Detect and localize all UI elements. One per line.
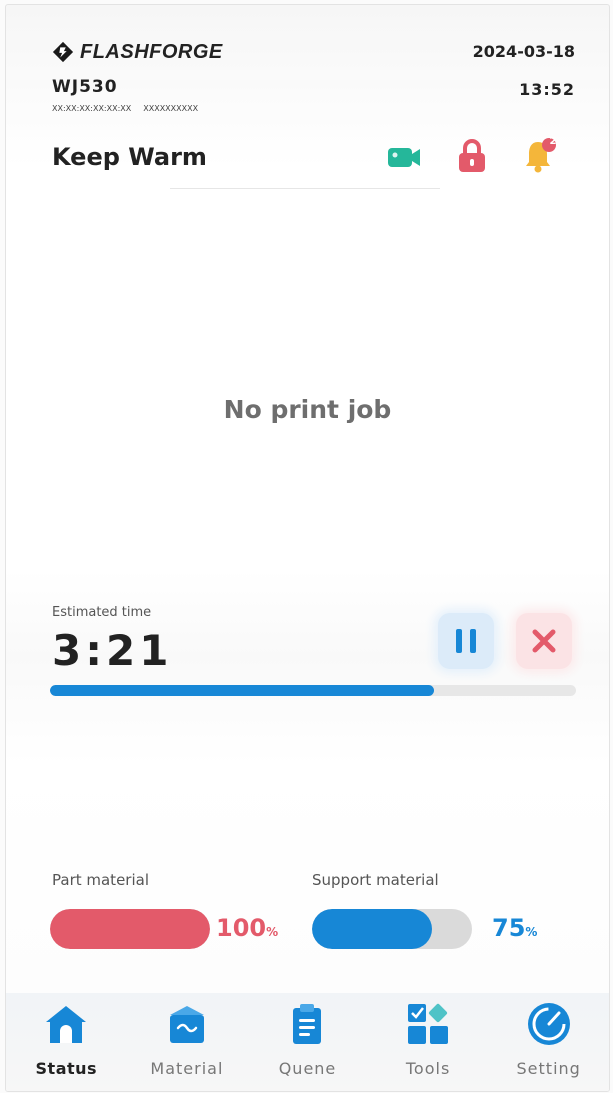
pause-icon [456,629,476,653]
bottom-nav: Status Material Quene Tools Setting [6,993,609,1091]
support-material-gauge [312,909,472,949]
brand-name: FLASHFORGE [80,40,223,63]
part-material-fill [50,909,210,949]
header-divider [170,188,440,189]
current-time: 13:52 [519,80,575,99]
empty-state-message: No print job [223,395,392,424]
support-material-label: Support material [312,871,439,889]
nav-item-tools[interactable]: Tools [373,993,483,1091]
camera-icon [388,148,420,167]
nav-item-quene[interactable]: Quene [252,993,362,1091]
nav-label-material: Material [150,1059,224,1078]
close-icon [532,629,556,653]
lock-icon [459,139,485,172]
mac-address: XX:XX:XX:XX:XX:XX [52,104,132,113]
tools-grid-icon [405,1001,451,1047]
current-date: 2024-03-18 [472,42,575,61]
serial-number: XXXXXXXXXX [143,104,199,113]
nav-label-status: Status [35,1059,98,1078]
nav-label-tools: Tools [405,1059,451,1078]
estimated-time-value: 3:21 [52,626,173,675]
brand-logo: FLASHFORGE [52,38,223,66]
pause-button[interactable] [438,613,494,669]
material-icon [164,1001,210,1047]
home-icon [43,1001,89,1047]
stop-button[interactable] [516,613,572,669]
nav-item-status[interactable]: Status [11,993,121,1091]
support-material-percent-unit: % [525,925,538,939]
support-material-percent: 75% [492,914,537,942]
part-material-percent-value: 100 [216,914,267,942]
part-material-percent-unit: % [266,925,279,939]
support-material-percent-value: 75 [492,914,526,942]
device-identifiers: XX:XX:XX:XX:XX:XX XXXXXXXXXX [52,104,198,113]
notification-count: 2 [549,136,557,147]
print-progress-bar [50,685,576,696]
printer-screen: FLASHFORGE 2024-03-18 WJ530 13:52 XX:XX:… [5,4,610,1092]
nav-item-material[interactable]: Material [132,993,242,1091]
part-material-label: Part material [52,871,149,889]
flashforge-logo-icon [52,41,74,63]
clipboard-icon [284,1001,330,1047]
camera-button[interactable] [384,137,424,177]
gauge-icon [526,1001,572,1047]
printer-status-title: Keep Warm [52,143,207,171]
lock-button[interactable] [452,136,492,176]
estimated-time-label: Estimated time [52,605,152,620]
support-material-fill [312,909,432,949]
part-material-percent: 100% [216,914,278,942]
part-material-gauge [50,909,210,949]
nav-item-setting[interactable]: Setting [494,993,604,1091]
device-name: WJ530 [52,77,118,97]
nav-label-setting: Setting [516,1059,581,1078]
print-progress-fill [50,685,434,696]
notification-button[interactable]: 2 [520,135,560,175]
nav-label-quene: Quene [278,1059,337,1078]
